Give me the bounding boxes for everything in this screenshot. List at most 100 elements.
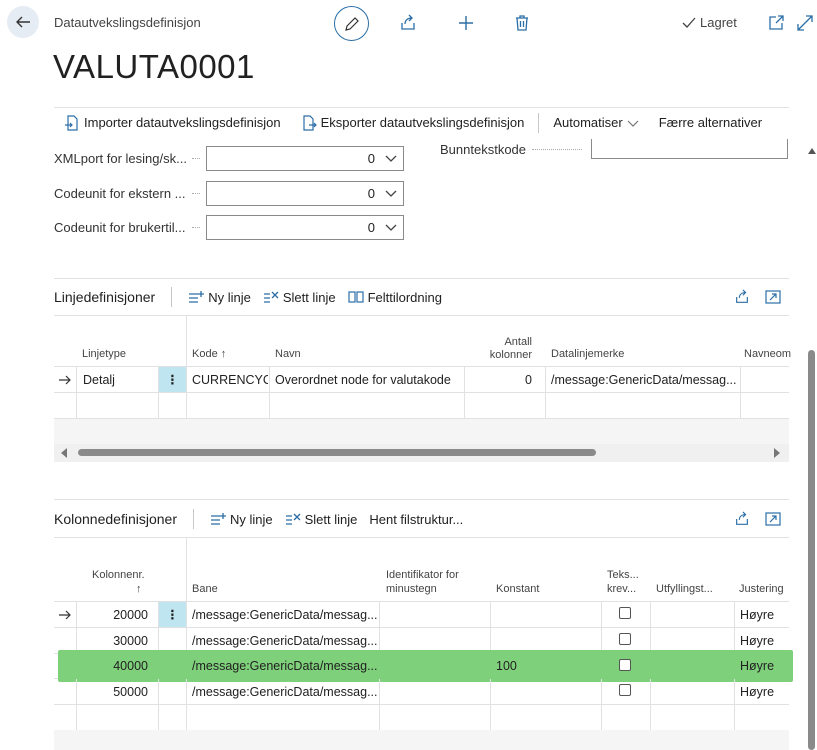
open-in-new-icon (769, 15, 784, 30)
scroll-up-icon[interactable] (808, 147, 816, 155)
col-share-button[interactable] (732, 509, 752, 529)
xmlport-select[interactable]: 0 (206, 145, 404, 171)
line-delete-label: Slett linje (282, 289, 336, 305)
divider (186, 602, 187, 627)
field-dots (532, 148, 582, 150)
col-header-col-count-1[interactable]: Antall (488, 336, 532, 348)
expand-box-icon (765, 512, 781, 526)
col-header-constant[interactable]: Konstant (496, 583, 539, 595)
export-label: Eksporter datautvekslingsdefinisjon (320, 115, 525, 130)
cell-path[interactable]: /message:GenericData/messag... (192, 679, 378, 704)
line-new-button[interactable]: Ny linje (188, 290, 251, 305)
back-button[interactable] (7, 6, 39, 38)
col-header-text-req-1[interactable]: Teks... (607, 569, 639, 581)
table-row[interactable]: 50000/message:GenericData/messag... Høyre (54, 679, 789, 705)
field-mapping-label: Felttilordning (367, 289, 442, 305)
arrow-left-icon (16, 16, 30, 28)
import-button[interactable]: Importer datautvekslingsdefinisjon (54, 108, 291, 138)
cell-col-no[interactable]: 50000 (80, 679, 148, 704)
delete-button[interactable] (512, 13, 532, 33)
text-required-checkbox[interactable] (619, 602, 637, 627)
automate-menu[interactable]: Automatiser (543, 108, 648, 138)
col-new-button[interactable]: Ny linje (210, 512, 273, 527)
get-file-structure-button[interactable]: Hent filstruktur... (369, 512, 463, 527)
text-required-checkbox[interactable] (619, 679, 637, 704)
row-menu-button[interactable]: ⋮ (159, 602, 186, 627)
line-expand-button[interactable] (763, 287, 783, 307)
cell-line-type[interactable]: Detalj (83, 367, 157, 392)
col-header-col-no[interactable]: Kolonnenr. (92, 569, 145, 581)
vertical-scrollbar[interactable] (806, 145, 817, 750)
scroll-right-icon[interactable] (773, 448, 781, 458)
col-header-name[interactable]: Navn (275, 348, 301, 360)
edit-button[interactable] (334, 6, 369, 41)
open-new-window-button[interactable] (766, 13, 786, 33)
field-footer-code: Bunntekstkode (440, 138, 790, 160)
horizontal-scrollbar[interactable] (54, 444, 789, 462)
scroll-thumb[interactable] (808, 350, 815, 750)
text-required-checkbox[interactable] (619, 654, 637, 678)
import-label: Importer datautvekslingsdefinisjon (84, 115, 281, 130)
cell-col-no[interactable]: 40000 (80, 654, 148, 678)
col-header-padding[interactable]: Utfyllingst... (656, 583, 713, 595)
row-arrow-icon (58, 602, 74, 627)
col-header-line-type[interactable]: Linjetype (82, 348, 126, 360)
col-header-text-req-2: krev... (607, 583, 637, 595)
col-header-namespace[interactable]: Navneom (744, 348, 791, 360)
share-icon (736, 289, 748, 303)
fewer-options-button[interactable]: Færre alternativer (649, 108, 772, 138)
line-defs-toolbar: Linjedefinisjoner Ny linje Slett linje F… (54, 287, 442, 307)
divider (158, 393, 159, 418)
cell-justify[interactable]: Høyre (740, 602, 788, 627)
table-row-empty[interactable] (54, 705, 789, 731)
line-delete-button[interactable]: Slett linje (263, 290, 336, 305)
cell-constant[interactable]: 100 (496, 654, 596, 678)
cell-justify[interactable]: Høyre (740, 679, 788, 704)
row-menu-button[interactable]: ⋮ (159, 367, 186, 392)
field-mapping-button[interactable]: Felttilordning (347, 289, 442, 305)
col-header-minus-id-1[interactable]: Identifikator for (386, 569, 459, 581)
share-button[interactable] (398, 13, 418, 33)
cell-col-no[interactable]: 20000 (80, 602, 148, 627)
cell-constant[interactable] (496, 602, 596, 627)
export-button[interactable]: Eksporter datautvekslingsdefinisjon (291, 108, 535, 138)
field-dots (192, 226, 200, 228)
line-share-button[interactable] (732, 287, 752, 307)
col-expand-button[interactable] (763, 509, 783, 529)
col-header-path[interactable]: Bane (192, 583, 218, 595)
col-header-code[interactable]: Kode ↑ (192, 348, 226, 360)
scroll-thumb[interactable] (78, 449, 596, 456)
col-header-data-line-tag[interactable]: Datalinjemerke (551, 348, 624, 360)
expand-button[interactable] (795, 13, 815, 33)
col-delete-button[interactable]: Slett linje (285, 512, 357, 527)
col-header-justify[interactable]: Justering (739, 583, 784, 595)
table-row[interactable]: Detalj ⋮ CURRENCYCH... Overordnet node f… (54, 367, 789, 393)
cell-constant[interactable] (496, 679, 596, 704)
cell-path[interactable]: /message:GenericData/messag... (192, 602, 378, 627)
divider (734, 679, 735, 704)
ext-codeunit-select[interactable]: 0 (206, 180, 404, 206)
cell-data-line-tag[interactable]: /message:GenericData/messag... (551, 367, 739, 392)
divider (186, 393, 187, 418)
table-row-empty[interactable] (54, 393, 789, 419)
table-row[interactable]: 40000/message:GenericData/messag... 100 Hø… (54, 650, 793, 682)
cell-name[interactable]: Overordnet node for valutakode (275, 367, 463, 392)
table-row[interactable]: ⋮ 20000/message:GenericData/messag... Høyr… (54, 602, 789, 628)
scroll-left-icon[interactable] (60, 448, 68, 458)
field-value: 0 (367, 219, 375, 235)
sort-arrow-icon: ↑ (136, 583, 142, 595)
col-defs-toolbar: Kolonnedefinisjoner Ny linje Slett linje… (54, 509, 463, 529)
divider (76, 393, 77, 418)
cell-justify[interactable]: Høyre (740, 654, 788, 678)
divider (650, 705, 651, 730)
cell-code[interactable]: CURRENCYCH... (192, 367, 268, 392)
cell-col-count[interactable]: 0 (466, 367, 532, 392)
user-codeunit-select[interactable]: 0 (206, 214, 404, 240)
new-button[interactable] (456, 13, 476, 33)
col-new-label: Ny linje (229, 511, 273, 527)
new-line-icon (189, 291, 205, 303)
cell-path[interactable]: /message:GenericData/messag... (192, 654, 378, 678)
divider (545, 393, 546, 418)
footer-code-input[interactable] (591, 139, 788, 159)
delete-line-icon (285, 513, 301, 525)
